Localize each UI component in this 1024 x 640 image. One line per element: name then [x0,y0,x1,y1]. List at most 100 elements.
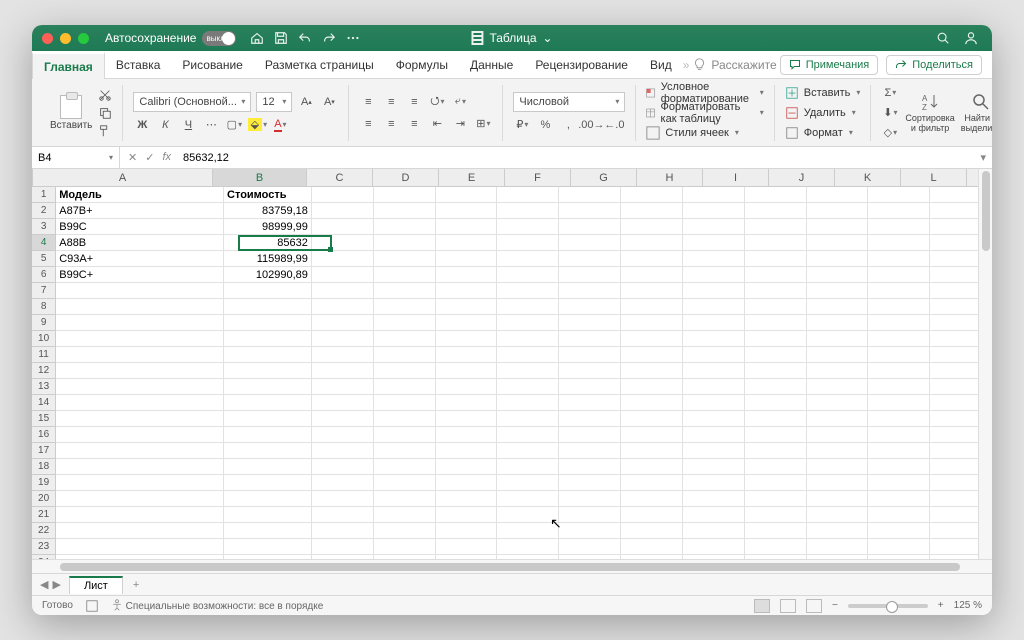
cell[interactable] [621,267,683,283]
page-layout-view-icon[interactable] [780,599,796,613]
row-header[interactable]: 8 [32,299,56,315]
row-header[interactable]: 15 [32,411,56,427]
row-header[interactable]: 6 [32,267,56,283]
cell[interactable] [621,459,683,475]
cell[interactable] [745,299,807,315]
cell[interactable] [745,411,807,427]
cell[interactable] [312,299,374,315]
row-header[interactable]: 11 [32,347,56,363]
cell[interactable] [559,411,621,427]
cell[interactable] [621,475,683,491]
cell[interactable] [312,251,374,267]
cell[interactable] [868,395,930,411]
autosave-toggle[interactable]: выкл. [202,31,236,46]
decrease-font-icon[interactable]: A▾ [320,93,338,111]
col-header-D[interactable]: D [373,169,439,186]
cell[interactable] [807,491,869,507]
cell[interactable] [807,539,869,555]
cell[interactable] [621,427,683,443]
cell[interactable] [224,539,312,555]
fill-color-button[interactable]: ⬙▾ [248,116,266,134]
cell[interactable] [683,235,745,251]
cell[interactable] [497,299,559,315]
cell[interactable] [312,443,374,459]
col-header-F[interactable]: F [505,169,571,186]
cell[interactable] [224,427,312,443]
search-icon[interactable] [936,31,950,45]
cell[interactable] [436,539,498,555]
cell[interactable] [559,315,621,331]
cell[interactable] [559,267,621,283]
document-title[interactable]: Таблица ⌄ [471,31,552,45]
cell[interactable] [497,491,559,507]
cell[interactable] [868,315,930,331]
cell[interactable] [621,523,683,539]
decrease-decimal-icon[interactable]: ←.0 [605,116,623,134]
cell[interactable] [497,315,559,331]
cell[interactable] [807,187,869,203]
row-header[interactable]: 23 [32,539,56,555]
row-header[interactable]: 20 [32,491,56,507]
cell[interactable] [56,379,224,395]
col-header-C[interactable]: C [307,169,373,186]
cell[interactable] [745,331,807,347]
cell[interactable] [807,411,869,427]
cell[interactable]: 85632 [224,235,312,251]
cell[interactable] [621,507,683,523]
redo-icon[interactable] [322,31,336,45]
cell[interactable] [683,411,745,427]
add-sheet-button[interactable]: + [123,579,149,591]
cell[interactable] [807,363,869,379]
cell[interactable] [559,395,621,411]
cell[interactable] [745,395,807,411]
cell[interactable] [224,379,312,395]
cell[interactable] [621,299,683,315]
cell[interactable] [436,315,498,331]
cell[interactable] [374,315,436,331]
cell[interactable]: A88B [56,235,224,251]
cell[interactable] [745,267,807,283]
cell[interactable] [497,507,559,523]
cell[interactable] [559,523,621,539]
zoom-out-icon[interactable]: − [832,600,838,611]
grid-rows[interactable]: 1МодельСтоимость2A87B+83759,183B99C98999… [32,187,992,559]
cell[interactable] [683,443,745,459]
cell[interactable] [559,507,621,523]
cell[interactable] [683,331,745,347]
format-table-button[interactable]: Форматировать как таблицу▾ [646,104,763,122]
cell[interactable] [807,331,869,347]
cell[interactable] [868,235,930,251]
cell[interactable] [436,363,498,379]
cell[interactable] [224,443,312,459]
row-header[interactable]: 5 [32,251,56,267]
col-header-L[interactable]: L [901,169,967,186]
cell[interactable] [224,523,312,539]
cell[interactable] [224,347,312,363]
cell[interactable] [497,283,559,299]
row-header[interactable]: 19 [32,475,56,491]
cell[interactable] [436,379,498,395]
column-headers[interactable]: ABCDEFGHIJKLM [33,169,992,187]
increase-indent-icon[interactable]: ⇥ [451,115,469,133]
number-format-select[interactable]: Числовой▾ [513,92,625,112]
cell[interactable] [621,395,683,411]
cell[interactable] [807,283,869,299]
cell[interactable] [868,507,930,523]
tab-review[interactable]: Рецензирование [524,51,639,78]
cell[interactable] [559,347,621,363]
cell[interactable] [683,363,745,379]
cell[interactable] [621,219,683,235]
cancel-icon[interactable]: ✕ [128,151,137,164]
cell[interactable] [559,443,621,459]
cell[interactable] [807,299,869,315]
cell[interactable]: 98999,99 [224,219,312,235]
cell[interactable] [621,539,683,555]
font-select[interactable]: Calibri (Основной...▾ [133,92,251,112]
cell[interactable] [224,411,312,427]
cell[interactable] [683,187,745,203]
zoom-in-icon[interactable]: + [938,600,944,611]
cell[interactable] [56,443,224,459]
row-header[interactable]: 18 [32,459,56,475]
cell[interactable] [436,203,498,219]
copy-icon[interactable] [98,106,112,120]
